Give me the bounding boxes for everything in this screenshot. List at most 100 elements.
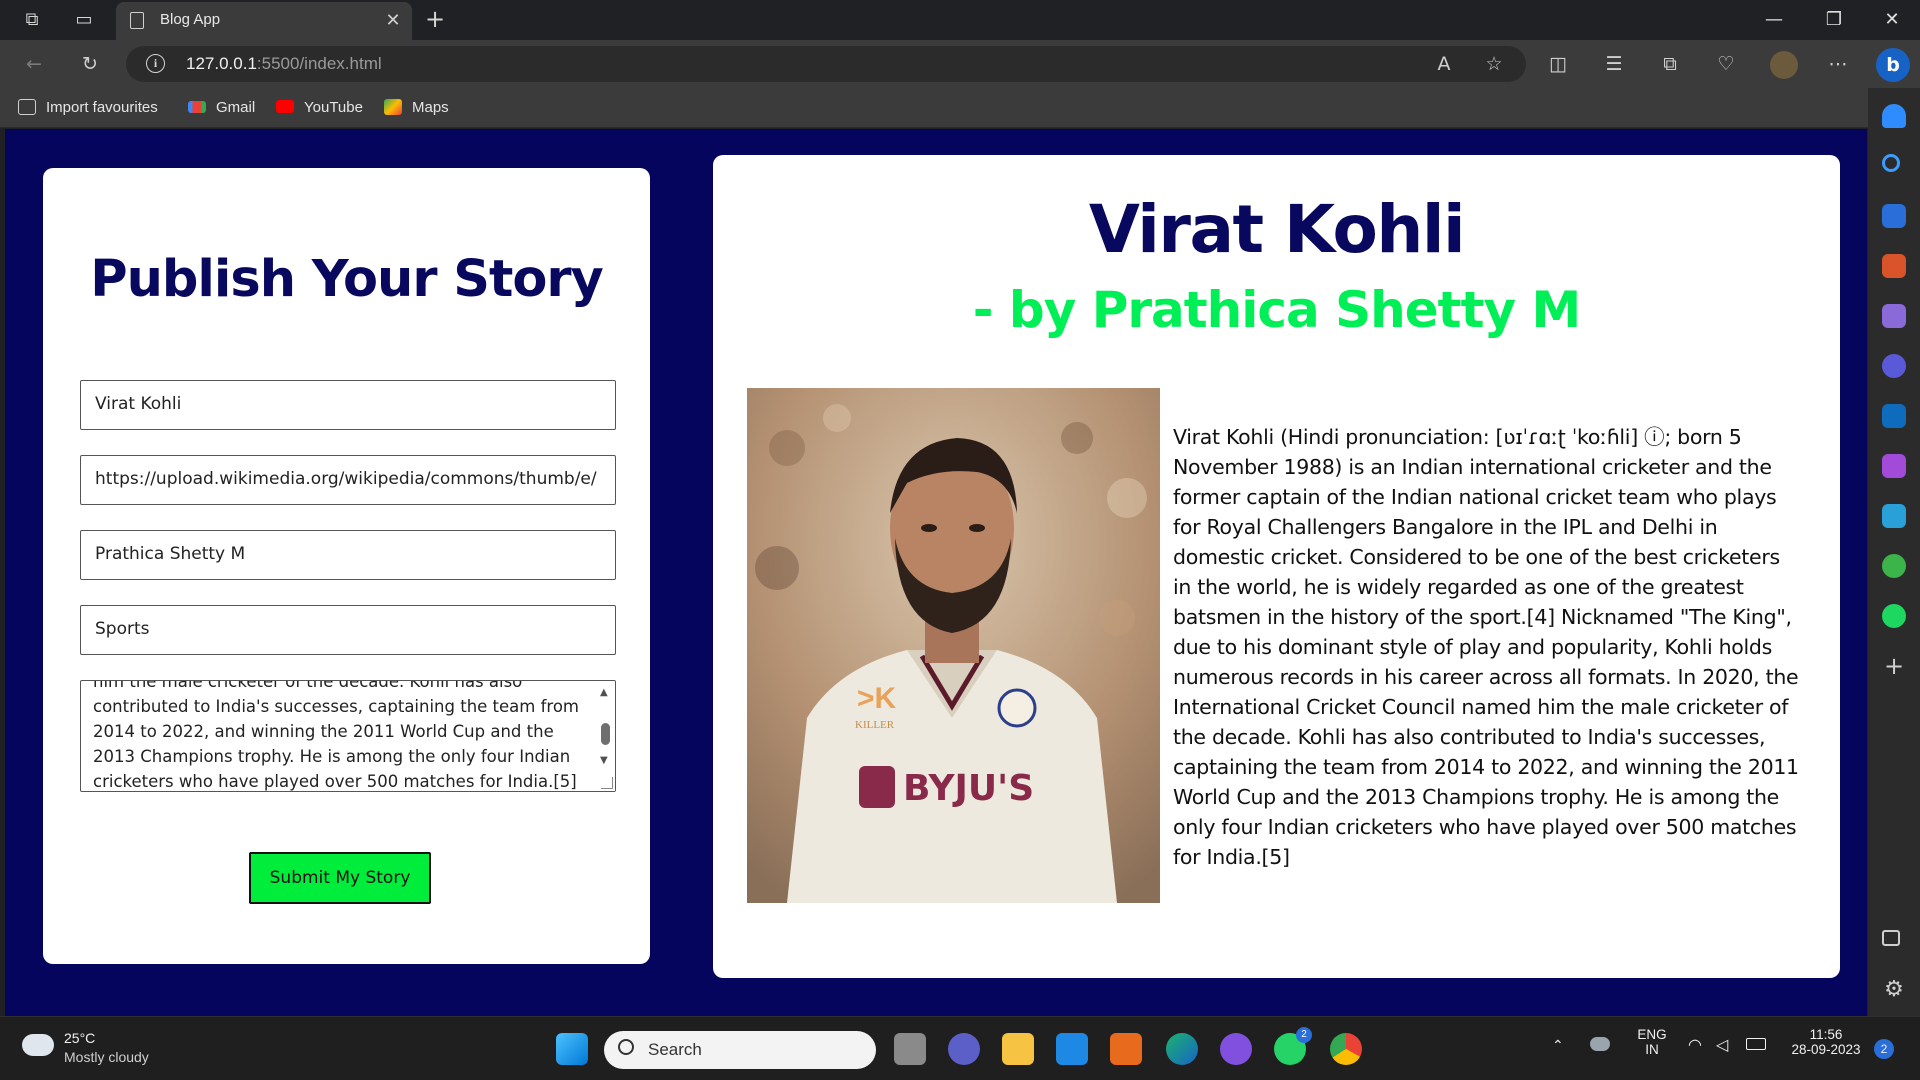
submit-story-button[interactable]: Submit My Story (249, 852, 431, 904)
fav-maps[interactable]: Maps (384, 97, 449, 119)
whatsapp-badge: 2 (1296, 1027, 1312, 1043)
edge-browser-icon[interactable] (1166, 1033, 1198, 1065)
favourites-icon[interactable]: ☰ (1602, 53, 1626, 75)
weather-temp: 25°C (64, 1030, 96, 1046)
settings-icon[interactable]: ⚙ (1882, 978, 1906, 1002)
show-hidden-icons-icon[interactable]: ⌃ (1552, 1037, 1564, 1054)
minimize-icon[interactable]: — (1762, 8, 1786, 32)
outlook-icon[interactable] (1882, 404, 1906, 428)
battery-icon[interactable] (1746, 1038, 1766, 1050)
hide-sidebar-icon[interactable] (1882, 930, 1900, 946)
site-info-icon[interactable]: i (146, 54, 165, 73)
url-input[interactable]: i 127.0.0.1:5500/index.html A ☆ (126, 46, 1526, 82)
scroll-down-icon[interactable]: ▼ (600, 755, 608, 766)
bing-copilot-icon[interactable]: b (1876, 48, 1910, 82)
windows-start-icon[interactable] (556, 1033, 588, 1065)
shopping-icon[interactable] (1882, 204, 1906, 228)
wifi-icon[interactable]: ◠ (1688, 1035, 1702, 1055)
close-tab-icon[interactable]: ✕ (382, 10, 404, 32)
story-author: - by Prathica Shetty M (713, 281, 1840, 339)
add-icon[interactable]: + (1882, 654, 1906, 678)
bcci-badge (997, 688, 1037, 728)
spotify-icon[interactable] (1882, 604, 1906, 628)
story-title-input[interactable]: Virat Kohli (80, 380, 616, 430)
scrollbar-thumb[interactable] (601, 723, 610, 745)
windows-taskbar: 25°C Mostly cloudy Search 2 ⌃ ENG IN ◠ ◁… (0, 1016, 1920, 1080)
youtube-icon (276, 100, 294, 113)
edge-sidebar: + ⚙ (1868, 88, 1920, 1016)
url-path: :5500/index.html (256, 54, 382, 73)
workspaces-icon[interactable]: ⧉ (20, 10, 44, 30)
category-input[interactable]: Sports (80, 605, 616, 655)
notifications-icon[interactable] (1882, 104, 1906, 128)
page-viewport: Publish Your Story Virat Kohli https://u… (5, 129, 1867, 1016)
favourite-star-icon[interactable]: ☆ (1482, 53, 1506, 75)
telegram-icon[interactable] (1882, 504, 1906, 528)
task-view-icon[interactable] (894, 1033, 926, 1065)
designer-icon[interactable] (1882, 454, 1906, 478)
restore-icon[interactable]: ❐ (1822, 8, 1846, 32)
teams-chat-icon[interactable] (948, 1033, 980, 1065)
cloud-icon (22, 1034, 54, 1056)
tab-blog-app[interactable]: Blog App ✕ (116, 2, 412, 40)
chrome-icon[interactable] (1330, 1033, 1362, 1065)
profile-avatar[interactable] (1770, 51, 1798, 79)
volume-icon[interactable]: ◁ (1716, 1035, 1728, 1055)
file-explorer-icon[interactable] (1002, 1033, 1034, 1065)
story-title: Virat Kohli (1088, 191, 1466, 268)
killer-logo-mark: >K (857, 682, 897, 715)
publish-heading: Publish Your Story (90, 250, 604, 309)
browser-tab-bar: ⧉ ▭ Blog App ✕ + — ❐ ✕ (0, 0, 1920, 40)
taskbar-search[interactable]: Search (604, 1031, 876, 1069)
fav-youtube[interactable]: YouTube (276, 97, 363, 119)
story-textarea-text: him the male cricketer of the decade. Ko… (93, 680, 580, 791)
tools-icon[interactable] (1882, 254, 1906, 278)
new-tab-icon[interactable]: + (424, 7, 446, 31)
clock-date: 28-09-2023 (1791, 1042, 1861, 1057)
author-prefix: - by (972, 281, 1092, 339)
clock[interactable]: 11:56 28-09-2023 (1780, 1027, 1872, 1057)
refresh-icon[interactable]: ↻ (78, 53, 102, 75)
split-screen-icon[interactable]: ◫ (1546, 53, 1570, 75)
close-window-icon[interactable]: ✕ (1880, 8, 1904, 32)
image-url-input[interactable]: https://upload.wikimedia.org/wikipedia/c… (80, 455, 616, 505)
clock-time: 11:56 (1809, 1027, 1843, 1042)
jersey-sponsor: BYJU'S (903, 768, 1034, 809)
tab-title: Blog App (160, 11, 221, 28)
collections-icon[interactable]: ⧉ (1658, 53, 1682, 75)
language-indicator[interactable]: ENG IN (1632, 1027, 1672, 1057)
onedrive-icon[interactable] (1590, 1037, 1610, 1051)
url-text: 127.0.0.1:5500/index.html (186, 54, 382, 74)
read-aloud-icon[interactable]: A (1432, 53, 1456, 75)
byjus-logo-mark (859, 766, 895, 808)
tab-actions-icon[interactable]: ▭ (72, 10, 96, 30)
favourites-bar: Import favourites Gmail YouTube Maps (0, 88, 1920, 128)
resize-handle-icon[interactable] (601, 777, 613, 789)
back-icon[interactable]: ← (22, 53, 46, 75)
story-textarea[interactable]: him the male cricketer of the decade. Ko… (80, 680, 616, 792)
author-input[interactable]: Prathica Shetty M (80, 530, 616, 580)
games-icon[interactable] (1882, 304, 1906, 328)
story-photo: >K KILLER BYJU'S (747, 388, 1160, 903)
notification-badge[interactable]: 2 (1874, 1039, 1894, 1059)
url-host: 127.0.0.1 (186, 54, 257, 73)
tree-icon[interactable] (1882, 554, 1906, 578)
search-icon[interactable] (1882, 154, 1900, 172)
story-body: Virat Kohli (Hindi pronunciation: [ʋɪˈɾɑ… (1173, 425, 1799, 869)
scroll-up-icon[interactable]: ▲ (600, 687, 608, 698)
textarea-scrollbar[interactable]: ▲ ▼ (595, 681, 615, 791)
fav-import-favourites[interactable]: Import favourites (18, 97, 158, 119)
browser-essentials-icon[interactable]: ♡ (1714, 53, 1738, 75)
whatsapp-icon[interactable]: 2 (1274, 1027, 1312, 1065)
microsoft-store-icon[interactable] (1056, 1033, 1088, 1065)
gmail-icon (188, 101, 206, 113)
github-icon[interactable] (1220, 1033, 1252, 1065)
cricketer-photo-illustration: >K KILLER BYJU'S (747, 388, 1160, 903)
more-options-icon[interactable]: ⋯ (1826, 53, 1850, 75)
import-icon (18, 99, 36, 115)
office-icon[interactable] (1110, 1033, 1142, 1065)
microsoft-365-icon[interactable] (1882, 354, 1906, 378)
fav-gmail[interactable]: Gmail (188, 97, 255, 119)
search-icon (618, 1039, 634, 1055)
page-icon (130, 12, 144, 29)
